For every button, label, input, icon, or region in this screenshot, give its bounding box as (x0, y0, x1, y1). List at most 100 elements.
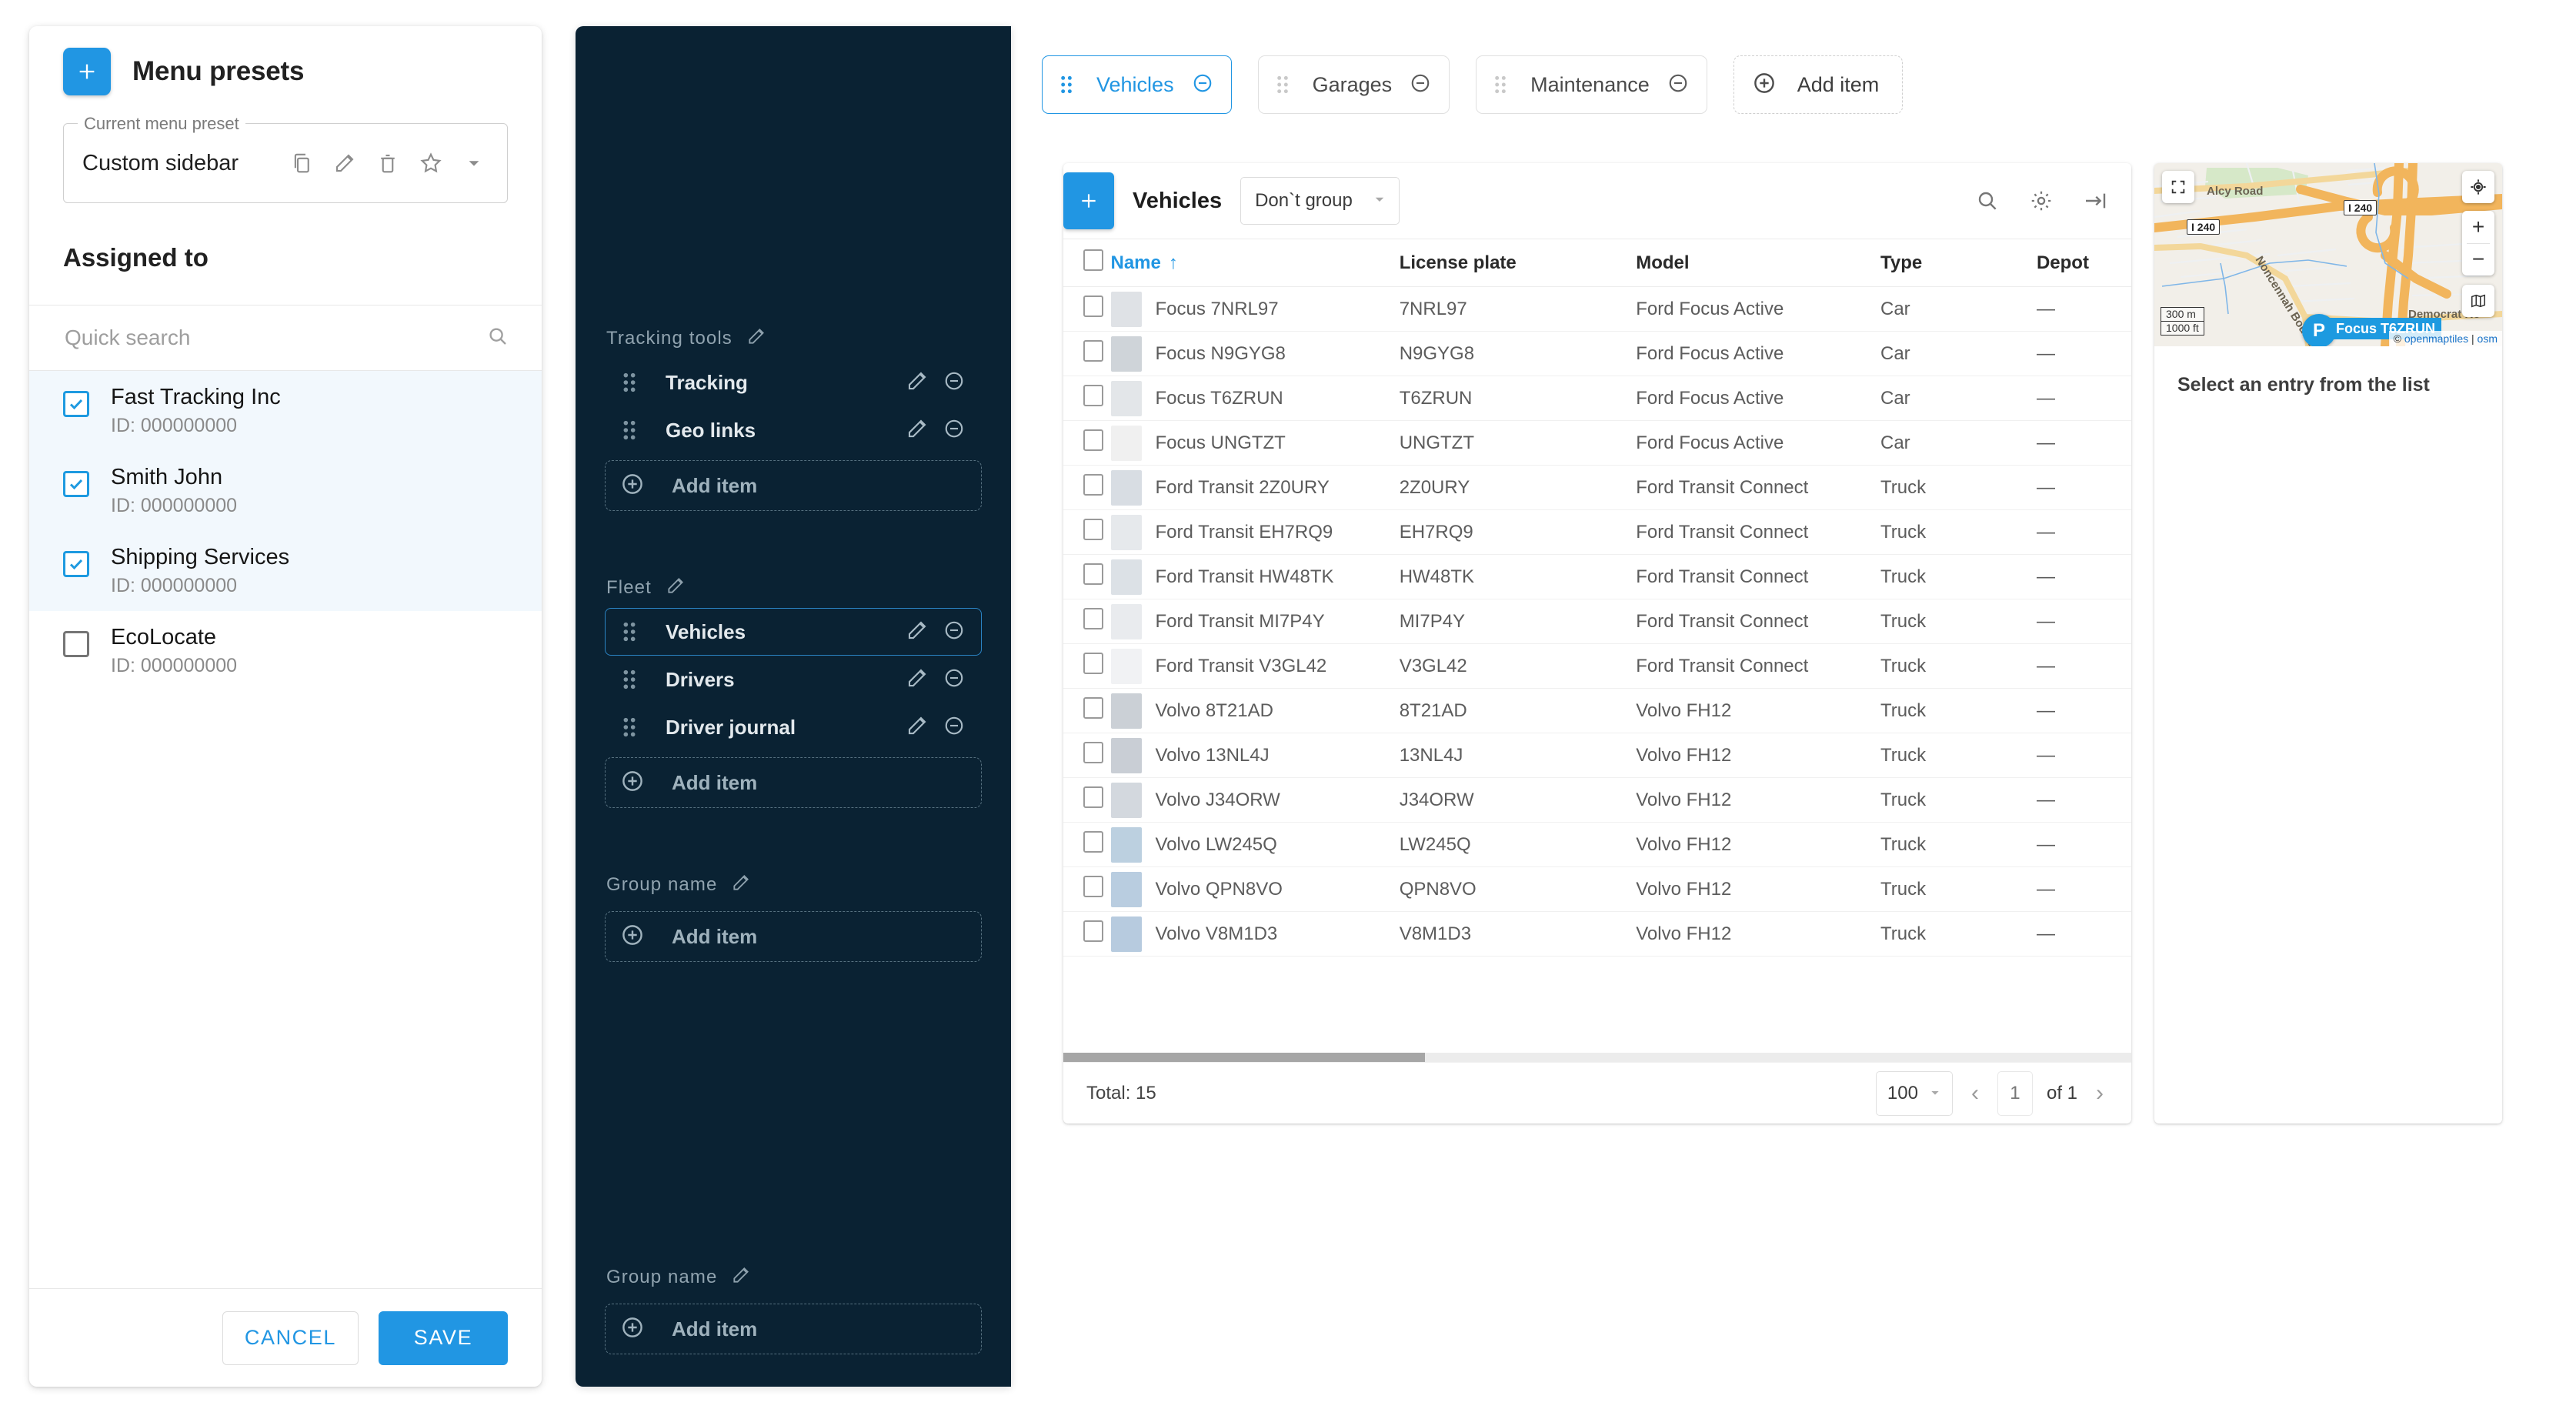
sidebar-item-driver-journal[interactable]: Driver journal (605, 703, 982, 751)
table-row[interactable]: Volvo J34ORW J34ORW Volvo FH12 Truck — (1063, 777, 2131, 823)
edit-icon[interactable] (666, 576, 686, 601)
search-icon[interactable] (486, 325, 509, 352)
delete-icon[interactable] (375, 150, 401, 176)
row-checkbox[interactable] (1083, 653, 1103, 674)
table-row[interactable]: Ford Transit EH7RQ9 EH7RQ9 Ford Transit Co… (1063, 509, 2131, 555)
row-select-cell[interactable] (1063, 866, 1111, 912)
row-select-cell[interactable] (1063, 554, 1111, 599)
column-header-depot[interactable]: Depot (2036, 239, 2131, 287)
sidebar-item-vehicles[interactable]: Vehicles (605, 608, 982, 656)
row-checkbox[interactable] (1083, 385, 1103, 406)
edit-icon[interactable] (746, 326, 766, 352)
drag-handle-icon[interactable] (1273, 73, 1293, 96)
next-page-button[interactable]: › (2091, 1080, 2108, 1107)
edit-icon[interactable] (906, 666, 929, 693)
row-select-cell[interactable] (1063, 599, 1111, 644)
drag-handle-icon[interactable] (1490, 73, 1510, 96)
gear-icon[interactable] (2027, 186, 2056, 215)
row-select-cell[interactable] (1063, 822, 1111, 867)
drag-handle-icon[interactable] (619, 620, 639, 643)
attribution-link-openmaptiles[interactable]: openmaptiles (2404, 332, 2468, 345)
page-number-input[interactable]: 1 (1997, 1070, 2033, 1116)
sidebar-add-item-button[interactable]: Add item (605, 911, 982, 962)
map-view[interactable]: I 240 I 240 Alcy Road Noncennah Boulevar… (2154, 163, 2502, 346)
row-select-cell[interactable] (1063, 911, 1111, 957)
edit-icon[interactable] (906, 369, 929, 396)
row-checkbox[interactable] (1083, 340, 1103, 362)
column-header-license-plate[interactable]: License plate (1399, 239, 1637, 287)
tab-vehicles[interactable]: Vehicles (1042, 55, 1232, 114)
edit-icon[interactable] (906, 417, 929, 444)
row-checkbox[interactable] (1083, 742, 1103, 763)
column-header-model[interactable]: Model (1636, 239, 1880, 287)
remove-icon[interactable] (943, 369, 966, 396)
list-item[interactable]: Smith John ID: 000000000 (29, 451, 542, 531)
attribution-link-osm[interactable]: osm (2478, 332, 2498, 345)
table-row[interactable]: Volvo LW245Q LW245Q Volvo FH12 Truck — (1063, 822, 2131, 867)
zoom-out-icon[interactable]: − (2462, 243, 2494, 275)
sidebar-add-item-button[interactable]: Add item (605, 1304, 982, 1354)
sidebar-item-drivers[interactable]: Drivers (605, 656, 982, 703)
assignee-checkbox[interactable] (63, 391, 89, 417)
cancel-button[interactable]: CANCEL (222, 1310, 359, 1365)
star-icon[interactable] (418, 150, 444, 176)
table-row[interactable]: Volvo QPN8VO QPN8VO Volvo FH12 Truck — (1063, 866, 2131, 912)
table-row[interactable]: Volvo 13NL4J 13NL4J Volvo FH12 Truck — (1063, 733, 2131, 778)
row-select-cell[interactable] (1063, 733, 1111, 778)
row-checkbox[interactable] (1083, 786, 1103, 808)
row-checkbox[interactable] (1083, 429, 1103, 451)
row-select-cell[interactable] (1063, 286, 1111, 332)
drag-handle-icon[interactable] (619, 716, 639, 739)
table-row[interactable]: Ford Transit 2Z0URY 2Z0URY Ford Transit Co… (1063, 465, 2131, 510)
column-header-name[interactable]: Name ↑ (1110, 239, 1400, 287)
row-select-cell[interactable] (1063, 777, 1111, 823)
row-checkbox[interactable] (1083, 563, 1103, 585)
sidebar-add-item-button[interactable]: Add item (605, 460, 982, 511)
sidebar-item-tracking[interactable]: Tracking (605, 359, 982, 406)
tab-maintenance[interactable]: Maintenance (1476, 55, 1707, 114)
column-header-type[interactable]: Type (1880, 239, 2037, 287)
table-row[interactable]: Focus UNGTZT UNGTZT Ford Focus Active Car — (1063, 420, 2131, 466)
assignee-checkbox[interactable] (63, 631, 89, 657)
edit-icon[interactable] (906, 619, 929, 646)
edit-icon[interactable] (731, 873, 751, 898)
table-row[interactable]: Focus T6ZRUN T6ZRUN Ford Focus Active Car — (1063, 376, 2131, 421)
row-checkbox[interactable] (1083, 519, 1103, 540)
tab-garages[interactable]: Garages (1257, 55, 1450, 114)
remove-icon[interactable] (943, 666, 966, 693)
remove-icon[interactable] (1409, 72, 1432, 98)
table-row[interactable]: Volvo 8T21AD 8T21AD Volvo FH12 Truck — (1063, 688, 2131, 733)
row-select-cell[interactable] (1063, 688, 1111, 733)
row-select-cell[interactable] (1063, 331, 1111, 376)
list-item[interactable]: Fast Tracking Inc ID: 000000000 (29, 371, 542, 451)
row-select-cell[interactable] (1063, 643, 1111, 689)
remove-icon[interactable] (1667, 72, 1690, 98)
row-checkbox[interactable] (1083, 920, 1103, 942)
row-checkbox[interactable] (1083, 876, 1103, 897)
list-item[interactable]: Shipping Services ID: 000000000 (29, 531, 542, 611)
sidebar-item-geo-links[interactable]: Geo links (605, 406, 982, 454)
add-vehicle-button[interactable] (1063, 172, 1114, 229)
row-checkbox[interactable] (1083, 295, 1103, 317)
locate-icon[interactable] (2462, 171, 2494, 203)
row-checkbox[interactable] (1083, 831, 1103, 853)
search-icon[interactable] (1973, 186, 2002, 215)
select-all-checkbox[interactable] (1083, 249, 1103, 271)
chevron-down-icon[interactable] (461, 150, 487, 176)
drag-handle-icon[interactable] (619, 668, 639, 691)
edit-icon[interactable] (332, 150, 358, 176)
table-row[interactable]: Ford Transit HW48TK HW48TK Ford Transit Co… (1063, 554, 2131, 599)
assignee-checkbox[interactable] (63, 551, 89, 577)
row-checkbox[interactable] (1083, 608, 1103, 629)
drag-handle-icon[interactable] (1056, 73, 1076, 96)
edit-icon[interactable] (731, 1265, 751, 1290)
row-select-cell[interactable] (1063, 376, 1111, 421)
drag-handle-icon[interactable] (619, 371, 639, 394)
row-checkbox[interactable] (1083, 697, 1103, 719)
scrollbar-thumb[interactable] (1063, 1053, 1425, 1062)
tab-add-item[interactable]: Add item (1733, 55, 1904, 114)
prev-page-button[interactable]: ‹ (1967, 1080, 1984, 1107)
sidebar-add-item-button[interactable]: Add item (605, 757, 982, 808)
page-size-select[interactable]: 100 (1875, 1070, 1953, 1116)
map-layers-icon[interactable] (2462, 285, 2494, 317)
